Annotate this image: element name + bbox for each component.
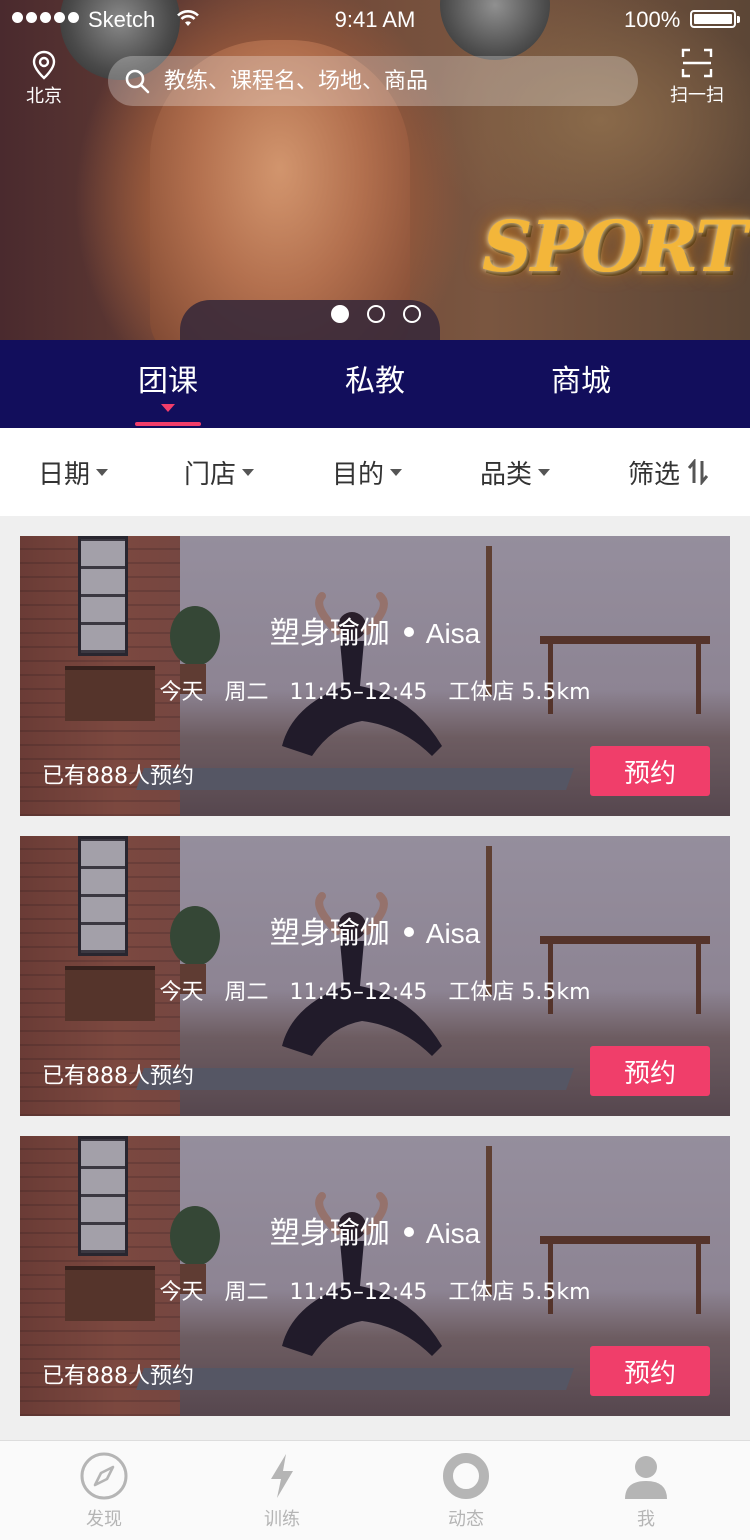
- course-card[interactable]: 塑身瑜伽 Aisa 今天 周二 11:45–12:45 工体店 5.5km 已有8…: [20, 536, 730, 816]
- scan-button[interactable]: 扫一扫: [664, 48, 730, 107]
- course-venue: 工体店 5.5km: [448, 680, 591, 705]
- compass-icon: [80, 1452, 128, 1500]
- battery-percent: 100%: [624, 7, 681, 32]
- filter-sort[interactable]: 筛选: [628, 428, 709, 516]
- active-caret-icon: [161, 404, 175, 412]
- course-time: 11:45–12:45: [289, 1280, 428, 1305]
- lightning-icon: [271, 1454, 293, 1498]
- course-card[interactable]: 塑身瑜伽 Aisa 今天 周二 11:45–12:45 工体店 5.5km 已有8…: [20, 1136, 730, 1416]
- banner-carousel[interactable]: SPORT Sketch 9:41 AM 100% 北京 扫一扫: [0, 0, 750, 340]
- sort-icon: [688, 459, 709, 485]
- tab-label: 团课: [138, 364, 198, 399]
- separator-dot: [403, 626, 414, 637]
- course-schedule: 今天 周二 11:45–12:45 工体店 5.5km: [20, 974, 730, 1006]
- search-input[interactable]: [164, 68, 604, 94]
- carousel-dot[interactable]: [367, 305, 385, 323]
- carousel-dot-active[interactable]: [331, 305, 349, 323]
- search-icon: [125, 69, 150, 94]
- filter-label: 品类: [480, 459, 533, 490]
- course-card[interactable]: 塑身瑜伽 Aisa 今天 周二 11:45–12:45 工体店 5.5km 已有8…: [20, 836, 730, 1116]
- tab-group-class[interactable]: 团课: [128, 340, 208, 428]
- tab-label: 私教: [345, 364, 405, 399]
- booking-count: 已有888人预约: [42, 1064, 194, 1089]
- filter-label: 筛选: [628, 459, 681, 490]
- scan-label: 扫一扫: [670, 85, 724, 106]
- nav-me[interactable]: 我: [596, 1451, 696, 1531]
- course-title: 塑身瑜伽 Aisa: [20, 608, 730, 652]
- coach-name: Aisa: [425, 618, 481, 649]
- course-day: 今天: [159, 1280, 204, 1305]
- separator-dot: [403, 926, 414, 937]
- coach-name: Aisa: [425, 918, 481, 949]
- filter-store[interactable]: 门店: [184, 428, 255, 516]
- dropdown-arrow-icon: [96, 468, 109, 476]
- carousel-dot[interactable]: [403, 305, 421, 323]
- course-time: 11:45–12:45: [289, 980, 428, 1005]
- filter-label: 目的: [332, 459, 385, 490]
- coach-name: Aisa: [425, 1218, 481, 1249]
- course-name: 塑身瑜伽: [269, 616, 390, 651]
- filter-label: 门店: [184, 459, 237, 490]
- course-schedule: 今天 周二 11:45–12:45 工体店 5.5km: [20, 1274, 730, 1306]
- booking-count: 已有888人预约: [42, 764, 194, 789]
- course-weekday: 周二: [224, 680, 269, 705]
- battery-icon: [690, 10, 740, 28]
- carousel-indicator: [331, 305, 421, 323]
- nav-label: 动态: [448, 1509, 484, 1530]
- course-title: 塑身瑜伽 Aisa: [20, 908, 730, 952]
- book-button[interactable]: 预约: [590, 1346, 710, 1396]
- filter-category[interactable]: 品类: [480, 428, 551, 516]
- filter-date[interactable]: 日期: [38, 428, 109, 516]
- filter-goal[interactable]: 目的: [332, 428, 403, 516]
- dropdown-arrow-icon: [390, 468, 403, 476]
- bottom-tab-bar: 发现 训练 动态 我: [0, 1440, 750, 1540]
- location-button[interactable]: 北京: [18, 50, 70, 108]
- nav-label: 发现: [86, 1509, 122, 1530]
- filter-label: 日期: [38, 459, 91, 490]
- course-day: 今天: [159, 980, 204, 1005]
- tab-label: 商城: [551, 364, 611, 399]
- tab-personal-trainer[interactable]: 私教: [335, 340, 415, 428]
- course-weekday: 周二: [224, 980, 269, 1005]
- banner-logo-text: SPORT: [482, 205, 747, 288]
- book-button[interactable]: 预约: [590, 746, 710, 796]
- course-name: 塑身瑜伽: [269, 1216, 390, 1251]
- nav-training[interactable]: 训练: [232, 1451, 332, 1531]
- scan-icon: [681, 48, 713, 78]
- course-time: 11:45–12:45: [289, 680, 428, 705]
- filter-bar: 日期 门店 目的 品类 筛选: [0, 428, 750, 516]
- course-name: 塑身瑜伽: [269, 916, 390, 951]
- dropdown-arrow-icon: [242, 468, 255, 476]
- course-venue: 工体店 5.5km: [448, 1280, 591, 1305]
- search-bar[interactable]: [108, 56, 638, 106]
- person-icon: [625, 1456, 667, 1499]
- tab-mall[interactable]: 商城: [541, 340, 621, 428]
- book-button[interactable]: 预约: [590, 1046, 710, 1096]
- dropdown-arrow-icon: [538, 468, 551, 476]
- course-title: 塑身瑜伽 Aisa: [20, 1208, 730, 1252]
- nav-feed[interactable]: 动态: [416, 1451, 516, 1531]
- status-bar: Sketch 9:41 AM 100%: [0, 0, 750, 40]
- nav-label: 训练: [264, 1509, 300, 1530]
- course-weekday: 周二: [224, 1280, 269, 1305]
- course-venue: 工体店 5.5km: [448, 980, 591, 1005]
- nav-discover[interactable]: 发现: [54, 1451, 154, 1531]
- course-schedule: 今天 周二 11:45–12:45 工体店 5.5km: [20, 674, 730, 706]
- ring-icon: [443, 1453, 489, 1499]
- location-pin-icon: [32, 50, 56, 80]
- active-tab-underline: [135, 422, 201, 426]
- nav-label: 我: [637, 1509, 655, 1530]
- location-label: 北京: [26, 86, 62, 107]
- course-day: 今天: [159, 680, 204, 705]
- category-tabs: 团课 私教 商城: [0, 340, 750, 428]
- booking-count: 已有888人预约: [42, 1364, 194, 1389]
- separator-dot: [403, 1226, 414, 1237]
